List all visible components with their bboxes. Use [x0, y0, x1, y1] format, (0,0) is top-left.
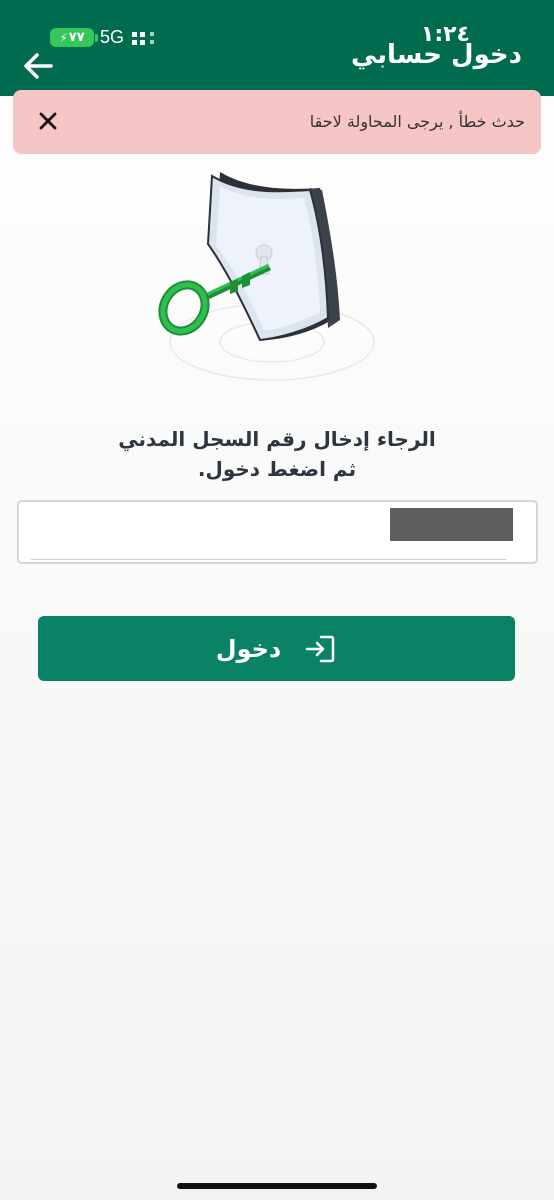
shield-key-icon	[158, 172, 375, 381]
battery-indicator: ⚡ ٧٧	[50, 28, 94, 47]
login-button-label: دخول	[215, 634, 282, 663]
instructions-line-2: ثم اضغط دخول.	[197, 457, 357, 481]
instructions-text: الرجاء إدخال رقم السجل المدني ثم اضغط دخ…	[40, 424, 514, 484]
login-screen: ⚡ ٧٧ 5G ١:٢٤ دخول حسابي حدث خطأ , يرجى ا…	[0, 0, 554, 1200]
error-message: حدث خطأ , يرجى المحاولة لاحقا	[309, 112, 525, 131]
charging-bolt-icon: ⚡	[59, 30, 68, 45]
instructions-line-1: الرجاء إدخال رقم السجل المدني	[118, 427, 436, 451]
redacted-value	[390, 508, 513, 541]
civil-id-field[interactable]	[17, 500, 538, 564]
login-button[interactable]: دخول	[38, 616, 515, 681]
error-banner: حدث خطأ , يرجى المحاولة لاحقا	[13, 90, 541, 154]
battery-cap	[95, 34, 98, 42]
page-title: دخول حسابي	[350, 40, 522, 70]
signal-icon	[132, 32, 154, 45]
battery-level: ٧٧	[68, 30, 85, 45]
close-icon	[39, 112, 57, 130]
app-header: ⚡ ٧٧ 5G ١:٢٤ دخول حسابي	[0, 0, 554, 96]
input-underline	[31, 559, 506, 560]
error-close-button[interactable]	[35, 108, 61, 134]
login-icon	[306, 635, 335, 662]
network-type: 5G	[100, 27, 125, 47]
back-button[interactable]	[20, 48, 56, 84]
home-indicator[interactable]	[177, 1183, 377, 1189]
arrow-left-icon	[24, 53, 53, 79]
